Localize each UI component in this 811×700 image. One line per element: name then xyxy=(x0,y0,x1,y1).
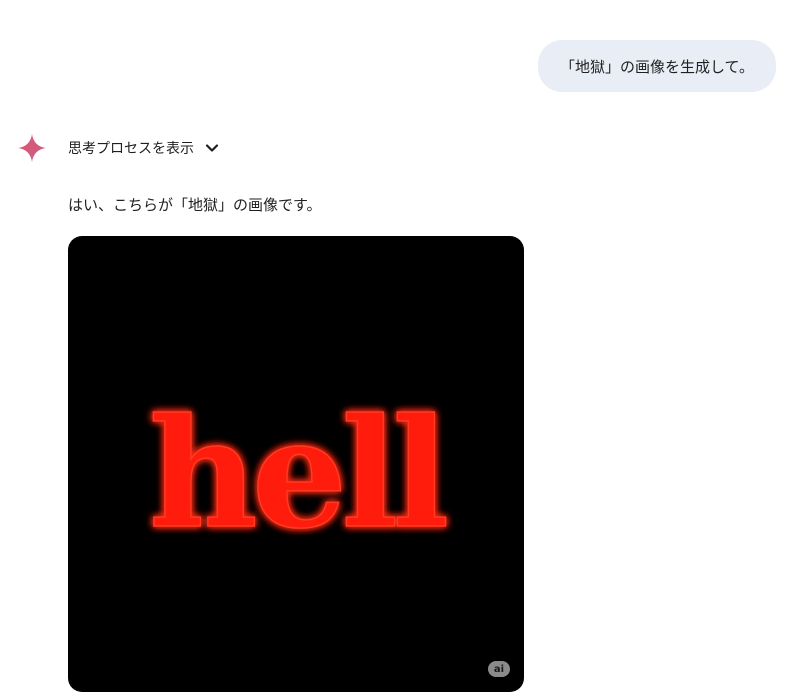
assistant-response-text: はい、こちらが「地獄」の画像です。 xyxy=(68,196,322,214)
generated-image[interactable]: hell ai xyxy=(68,236,524,692)
show-thinking-label: 思考プロセスを表示 xyxy=(68,141,194,157)
ai-generated-badge: ai xyxy=(488,661,510,677)
chevron-down-icon xyxy=(205,144,219,152)
sparkle-icon xyxy=(18,134,46,162)
user-message-bubble: 「地獄」の画像を生成して。 xyxy=(538,40,776,92)
show-thinking-toggle[interactable]: 思考プロセスを表示 xyxy=(68,135,220,161)
user-message-text: 「地獄」の画像を生成して。 xyxy=(559,57,755,76)
generated-image-art: hell xyxy=(148,385,453,563)
chat-page: 「地獄」の画像を生成して。 思考プロセスを表示 はい、こちらが「地獄」の画像です… xyxy=(0,0,811,700)
generated-image-word: hell xyxy=(149,386,446,562)
